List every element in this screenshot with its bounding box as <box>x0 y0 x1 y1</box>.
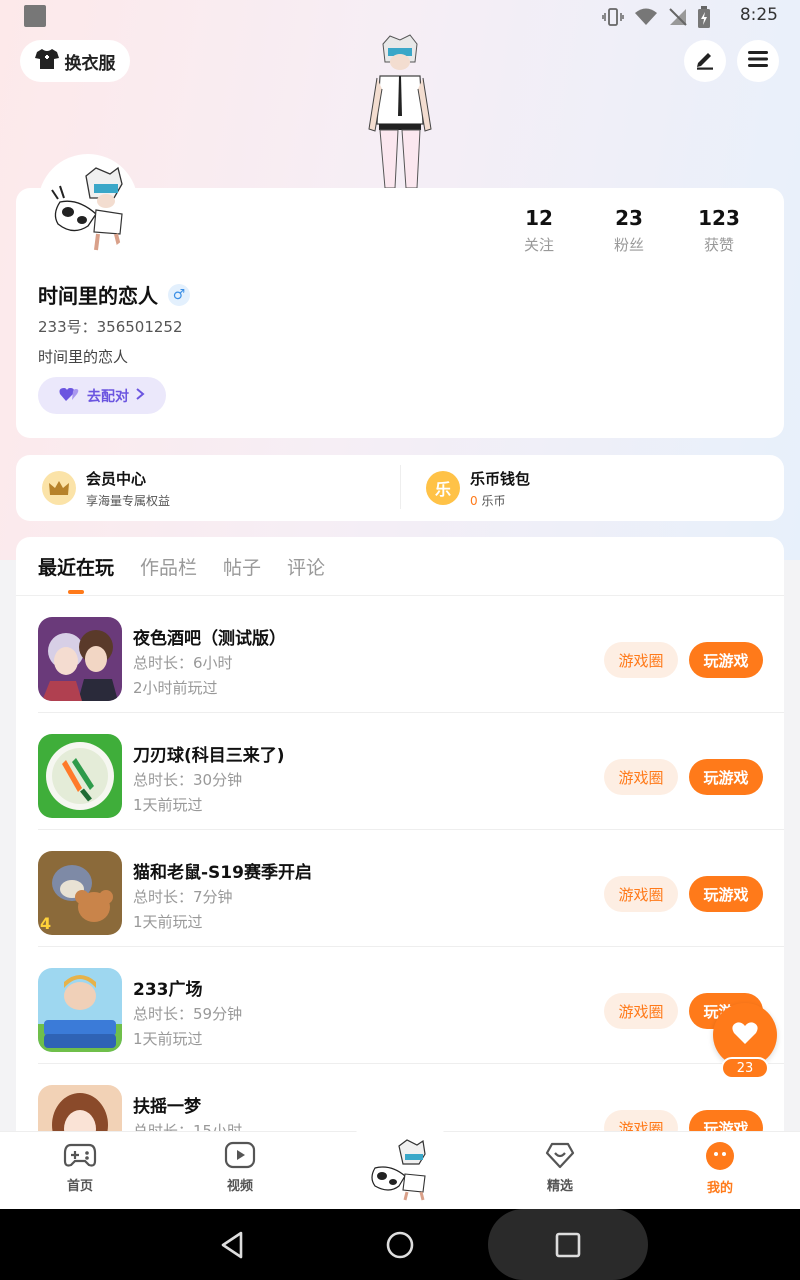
following-stat[interactable]: 12 关注 <box>494 206 584 255</box>
game-circle-button[interactable]: 游戏圈 <box>604 642 678 678</box>
change-outfit-button[interactable]: 换衣服 <box>20 40 130 82</box>
game-duration: 总时长：6小时 <box>133 654 233 672</box>
match-button[interactable]: 去配对 <box>38 377 166 414</box>
game-row[interactable]: 刀刃球(科目三来了) 总时长：30分钟 1天前玩过 游戏圈 玩游戏 <box>38 713 784 830</box>
nav-me[interactable]: 我的 <box>680 1141 760 1196</box>
nickname: 时间里的恋人 <box>38 284 158 308</box>
membership-wallet-card: 会员中心 享海量专属权益 乐 乐币钱包 0 乐币 <box>16 455 784 521</box>
game-row[interactable]: 夜色酒吧（测试版） 总时长：6小时 2小时前玩过 游戏圈 玩游戏 <box>38 596 784 713</box>
game-last-played: 1天前玩过 <box>133 1030 203 1048</box>
like-count: 23 <box>721 1057 769 1079</box>
game-row[interactable]: 4 猫和老鼠-S19赛季开启 总时长：7分钟 1天前玩过 游戏圈 玩游戏 <box>38 830 784 947</box>
no-signal-icon <box>668 7 688 31</box>
heart-icon <box>731 1020 759 1050</box>
wifi-icon <box>634 7 658 31</box>
tshirt-icon <box>34 48 59 75</box>
game-circle-button[interactable]: 游戏圈 <box>604 759 678 795</box>
vibrate-icon <box>602 7 624 31</box>
pencil-icon <box>694 48 716 74</box>
back-icon[interactable] <box>218 1230 246 1264</box>
coin-balance: 0 乐币 <box>470 492 530 509</box>
svg-text:4: 4 <box>40 914 51 933</box>
game-name: 刀刃球(科目三来了) <box>133 746 285 766</box>
avatar[interactable] <box>38 154 138 254</box>
likes-count: 123 <box>698 206 740 230</box>
game-last-played: 1天前玩过 <box>133 913 203 931</box>
profile-card: 12 关注 23 粉丝 123 获赞 时间里的恋人 ♂ 233号：3565012… <box>16 154 784 438</box>
recents-icon[interactable] <box>554 1231 582 1263</box>
likes-stat[interactable]: 123 获赞 <box>674 206 764 255</box>
status-bar: 8:25 <box>0 0 800 34</box>
game-duration: 总时长：59分钟 <box>133 1005 243 1023</box>
nav-home-label: 首页 <box>66 1179 93 1194</box>
knife-ball-icon <box>38 734 122 818</box>
following-label: 关注 <box>523 236 554 254</box>
game-circle-button[interactable]: 游戏圈 <box>604 993 678 1029</box>
recent-games-card: 最近在玩 作品栏 帖子 评论 夜色酒吧（测试版） 总时长：6小时 2小时前玩过 … <box>16 537 784 1177</box>
profile-tabs: 最近在玩 作品栏 帖子 评论 <box>38 553 325 594</box>
menu-icon <box>747 49 769 73</box>
game-name: 233广场 <box>133 980 203 1000</box>
home-icon[interactable] <box>385 1230 415 1264</box>
heart-diamond-icon <box>544 1142 576 1173</box>
game-row[interactable]: 233广场 总时长：59分钟 1天前玩过 游戏圈 玩游戏 <box>38 947 784 1064</box>
battery-icon <box>698 6 710 32</box>
nav-me-label: 我的 <box>706 1181 733 1196</box>
followers-stat[interactable]: 23 粉丝 <box>584 206 674 255</box>
notification-icon <box>24 5 46 27</box>
game-duration: 总时长：7分钟 <box>133 888 233 906</box>
play-game-button[interactable]: 玩游戏 <box>689 876 763 912</box>
chevron-right-icon <box>135 387 145 405</box>
nav-video-label: 视频 <box>226 1179 253 1194</box>
play-game-button[interactable]: 玩游戏 <box>689 759 763 795</box>
nav-video[interactable]: 视频 <box>200 1141 280 1194</box>
game-name: 夜色酒吧（测试版） <box>133 629 286 649</box>
coin-unit: 乐币 <box>481 493 506 508</box>
game-name: 猫和老鼠-S19赛季开启 <box>133 863 312 883</box>
clock: 8:25 <box>739 5 778 25</box>
game-name: 扶摇一梦 <box>133 1097 201 1117</box>
nav-featured-label: 精选 <box>546 1179 573 1194</box>
hello-world-icon <box>38 968 122 1052</box>
match-label: 去配对 <box>87 388 129 405</box>
tab-comments[interactable]: 评论 <box>287 553 325 580</box>
member-center[interactable]: 会员中心 享海量专属权益 <box>16 455 400 521</box>
member-center-title: 会员中心 <box>86 469 147 488</box>
menu-button[interactable] <box>737 40 779 82</box>
change-outfit-label: 换衣服 <box>64 53 116 74</box>
game-last-played: 2小时前玩过 <box>133 679 218 697</box>
edit-button[interactable] <box>684 40 726 82</box>
crown-icon <box>42 471 76 505</box>
coin-wallet[interactable]: 乐 乐币钱包 0 乐币 <box>400 455 784 521</box>
coin-wallet-title: 乐币钱包 <box>470 469 531 488</box>
tab-recent-played[interactable]: 最近在玩 <box>38 553 114 594</box>
game-circle-button[interactable]: 游戏圈 <box>604 876 678 912</box>
game-duration: 总时长：30分钟 <box>133 771 243 789</box>
male-icon: ♂ <box>168 283 190 306</box>
nav-center-avatar[interactable] <box>365 1136 435 1202</box>
face-icon <box>704 1142 736 1175</box>
member-center-subtitle: 享海量专属权益 <box>86 493 171 508</box>
gamepad-icon <box>63 1143 97 1173</box>
play-game-button[interactable]: 玩游戏 <box>689 642 763 678</box>
coin-icon: 乐 <box>426 471 460 505</box>
followers-label: 粉丝 <box>613 236 644 254</box>
bio: 时间里的恋人 <box>38 348 129 366</box>
avatar-character[interactable] <box>355 34 445 190</box>
likes-label: 获赞 <box>703 236 734 254</box>
nickname-row: 时间里的恋人 ♂ <box>38 280 190 309</box>
play-icon <box>224 1141 256 1173</box>
coin-amount: 0 <box>470 493 478 508</box>
user-id: 233号：356501252 <box>38 318 183 336</box>
followers-count: 23 <box>615 206 643 230</box>
nav-featured[interactable]: 精选 <box>520 1141 600 1194</box>
tab-works[interactable]: 作品栏 <box>140 553 197 580</box>
nav-home[interactable]: 首页 <box>40 1141 120 1194</box>
following-count: 12 <box>525 206 553 230</box>
hearts-icon <box>59 386 81 406</box>
game-last-played: 1天前玩过 <box>133 796 203 814</box>
tab-posts[interactable]: 帖子 <box>223 553 261 580</box>
tom-jerry-icon: 4 <box>38 851 122 935</box>
anime-couple-icon <box>38 617 122 701</box>
